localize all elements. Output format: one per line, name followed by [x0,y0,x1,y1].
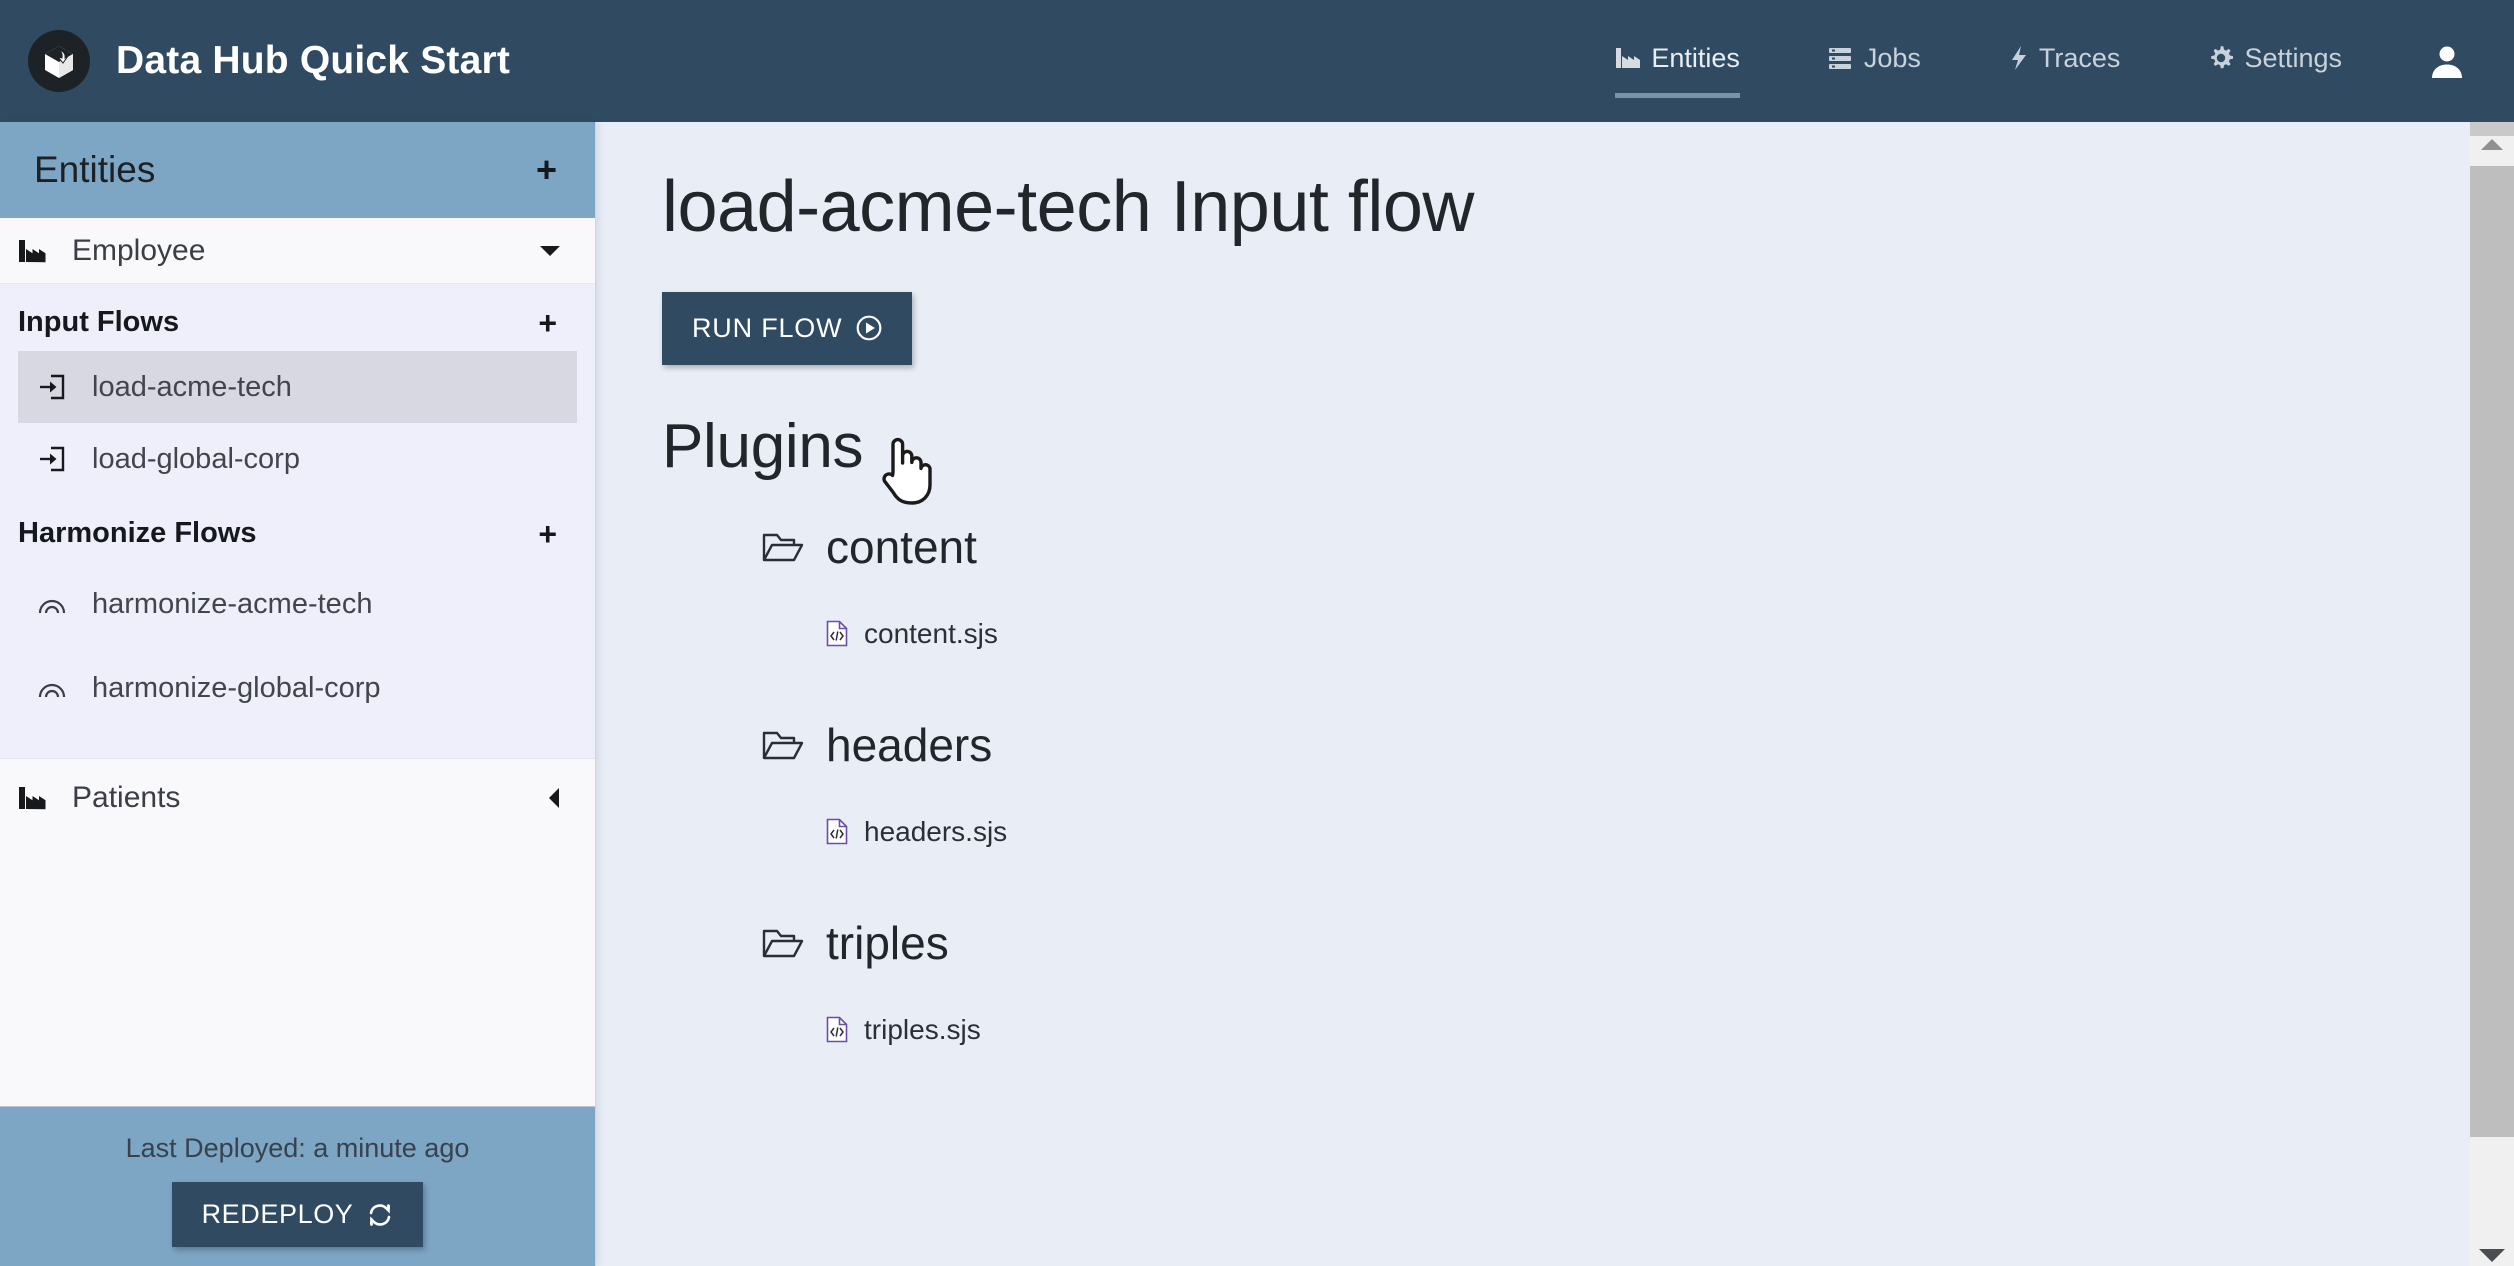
sidebar-item-load-global-corp-label: load-global-corp [92,442,300,475]
sidebar-item-load-acme-tech-label: load-acme-tech [92,370,292,403]
code-file-icon [826,1016,848,1043]
sidebar-item-load-acme-tech[interactable]: load-acme-tech [18,351,577,423]
sidebar-group-input-flows-header: Input Flows + [0,284,595,351]
factory-icon [1615,46,1641,70]
redeploy-button-label: REDEPLOY [201,1199,354,1229]
chevron-down-icon[interactable] [539,244,561,258]
sidebar-entity-employee-label: Employee [72,233,206,267]
folder-open-icon [762,728,804,762]
page-title: load-acme-tech Input flow [662,167,1474,247]
nav-item-jobs-label: Jobs [1863,42,1921,73]
sign-in-icon [38,373,66,401]
sign-in-icon [38,445,66,473]
refresh-icon [367,1202,393,1228]
factory-icon [18,238,48,264]
scrollbar-top-shadow [2470,122,2514,136]
factory-icon [18,785,48,811]
main-content: load-acme-tech Input flow RUN FLOW Plugi… [596,122,2514,1266]
tree-file-triples-sjs[interactable]: triples.sjs [662,1014,2514,1046]
tree-folder-triples[interactable]: triples [662,916,2514,970]
redeploy-button[interactable]: REDEPLOY [171,1182,424,1247]
sidebar-group-input-flows: Input Flows + load-acme-tech load-global… [0,284,595,495]
scrollbar-thumb[interactable] [2470,166,2514,1137]
chevron-left-icon[interactable] [547,787,561,809]
triangle-down-icon[interactable] [2470,1249,2514,1262]
sidebar-group-harmonize-flows-header: Harmonize Flows + [0,495,595,562]
sidebar-header-title: Entities [34,149,156,190]
sidebar-flow-groups: Input Flows + load-acme-tech load-global… [0,284,595,736]
code-file-icon [826,818,848,845]
vertical-scrollbar[interactable] [2470,122,2514,1266]
arc-icon [38,677,66,699]
plugins-tree: content content.sjs headers headers.sjs … [662,520,2514,1046]
sidebar-item-harmonize-acme-tech[interactable]: harmonize-acme-tech [18,562,577,646]
tree-file-headers-sjs-label: headers.sjs [864,815,1008,847]
user-menu[interactable] [2428,42,2466,80]
cube-logo-icon [28,30,90,92]
top-navigation-bar: Data Hub Quick Start Entities Jobs Trace… [0,0,2514,122]
tree-folder-content-label: content [826,520,977,573]
add-input-flow-button[interactable]: + [538,307,557,339]
play-circle-icon [856,315,882,341]
brand[interactable]: Data Hub Quick Start [0,30,510,92]
nav-item-settings-label: Settings [2244,42,2342,73]
sidebar-entity-patients-label: Patients [72,780,181,814]
tree-file-triples-sjs-label: triples.sjs [864,1013,981,1045]
sidebar-header: Entities + [0,122,595,218]
user-icon [2428,42,2466,80]
app-title: Data Hub Quick Start [116,39,511,82]
run-flow-button[interactable]: RUN FLOW [662,291,913,365]
bolt-icon [2009,45,2029,71]
gear-icon [2208,45,2234,71]
nav-item-jobs[interactable]: Jobs [1828,28,1921,94]
sidebar-group-harmonize-flows-title: Harmonize Flows [18,517,257,549]
sidebar-group-harmonize-flows: Harmonize Flows + harmonize-acme-tech ha… [0,495,595,730]
tree-folder-triples-label: triples [826,916,949,969]
tree-folder-content[interactable]: content [662,520,2514,574]
sidebar: Entities + Employee Input Flows + load-a… [0,122,596,1266]
tree-folder-headers[interactable]: headers [662,718,2514,772]
add-entity-button[interactable]: + [536,152,557,188]
tree-folder-headers-label: headers [826,718,993,771]
nav-item-traces[interactable]: Traces [2009,28,2121,94]
sidebar-entity-patients[interactable]: Patients [0,758,595,836]
folder-open-icon [762,926,804,960]
sidebar-filler [0,836,595,1106]
top-nav-items: Entities Jobs Traces Settings [1527,0,2514,122]
tree-file-content-sjs-label: content.sjs [864,617,998,649]
app-root: Data Hub Quick Start Entities Jobs Trace… [0,0,2514,1266]
sidebar-deploy-panel: Last Deployed: a minute ago REDEPLOY [0,1106,595,1266]
sidebar-item-harmonize-global-corp[interactable]: harmonize-global-corp [18,646,577,730]
last-deployed-status: Last Deployed: a minute ago [125,1133,470,1163]
run-flow-button-label: RUN FLOW [692,312,843,343]
nav-item-entities[interactable]: Entities [1615,28,1740,98]
tree-file-content-sjs[interactable]: content.sjs [662,618,2514,650]
tree-file-headers-sjs[interactable]: headers.sjs [662,816,2514,848]
nav-item-entities-label: Entities [1651,42,1740,73]
list-icon [1828,46,1854,70]
plugins-heading: Plugins [662,411,864,481]
add-harmonize-flow-button[interactable]: + [538,518,557,550]
nav-item-traces-label: Traces [2038,42,2121,73]
code-file-icon [826,620,848,647]
nav-item-settings[interactable]: Settings [2208,28,2342,94]
sidebar-entity-employee[interactable]: Employee [0,218,595,284]
sidebar-item-harmonize-acme-tech-label: harmonize-acme-tech [92,587,373,620]
sidebar-item-load-global-corp[interactable]: load-global-corp [18,423,577,495]
sidebar-group-input-flows-title: Input Flows [18,306,180,338]
sidebar-item-harmonize-global-corp-label: harmonize-global-corp [92,671,381,704]
arc-icon [38,593,66,615]
folder-open-icon [762,530,804,564]
